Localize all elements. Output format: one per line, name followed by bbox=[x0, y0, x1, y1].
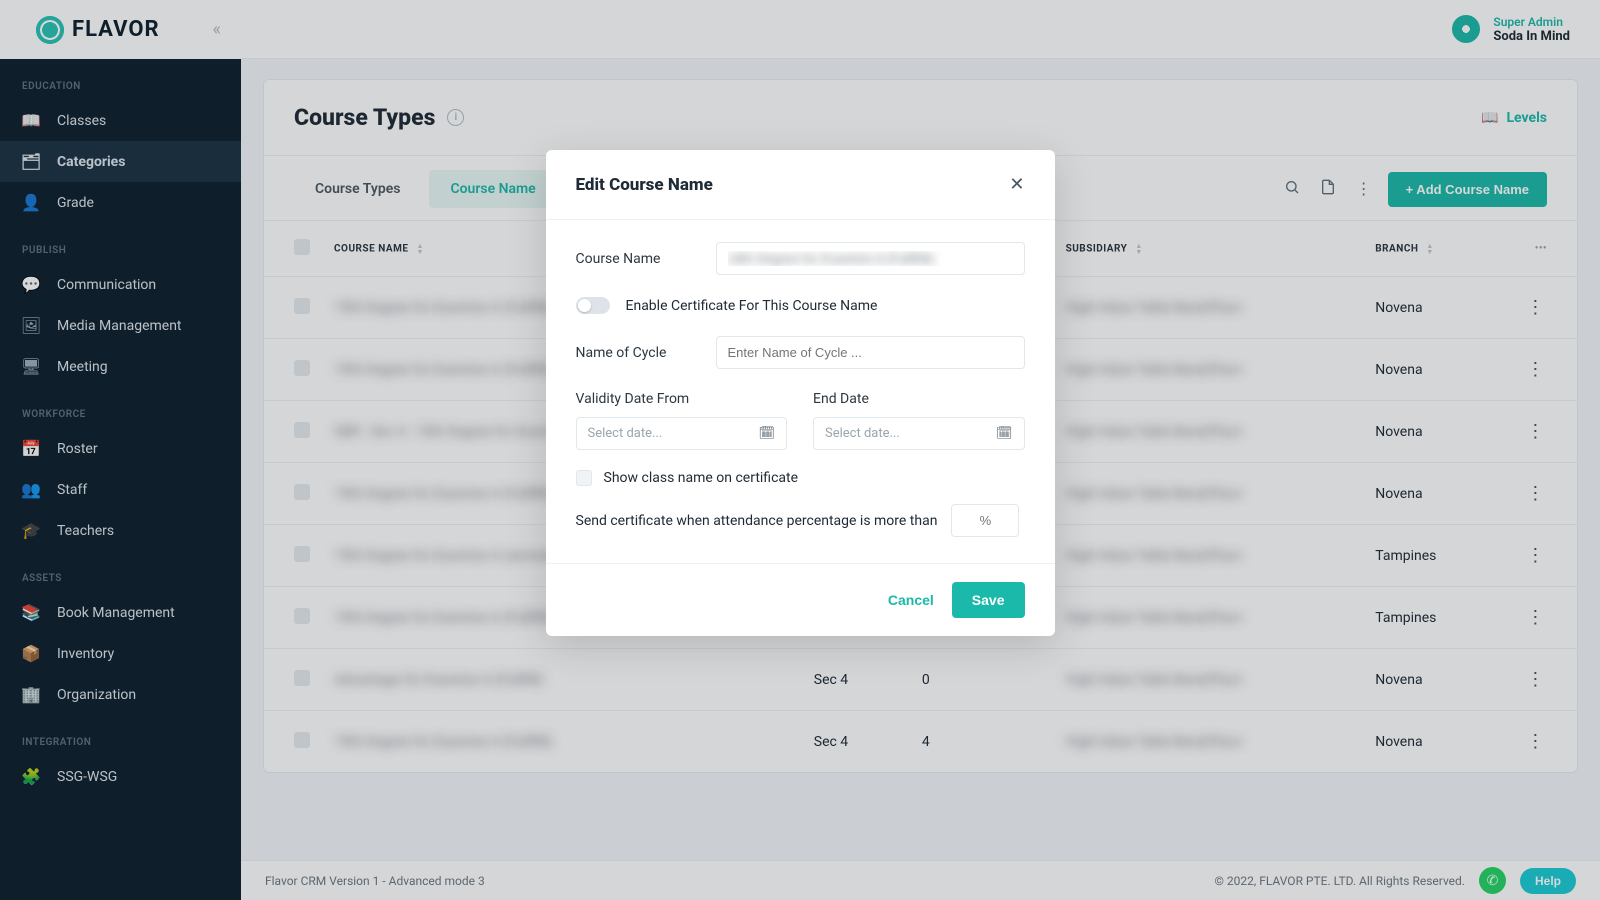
date-from-col: Validity Date From Select date... 🗓 bbox=[576, 391, 788, 450]
course-name-input[interactable] bbox=[716, 242, 1025, 275]
close-icon[interactable]: ✕ bbox=[1009, 174, 1024, 195]
show-class-name-checkbox[interactable] bbox=[576, 470, 592, 486]
calendar-icon: 🗓 bbox=[758, 426, 775, 441]
attendance-threshold-label: Send certificate when attendance percent… bbox=[576, 513, 938, 529]
show-class-name-row: Show class name on certificate bbox=[576, 470, 1025, 486]
calendar-icon: 🗓 bbox=[996, 426, 1013, 441]
cycle-row: Name of Cycle bbox=[576, 336, 1025, 369]
enable-certificate-toggle[interactable] bbox=[576, 297, 610, 314]
save-button[interactable]: Save bbox=[952, 582, 1025, 618]
edit-course-name-modal: Edit Course Name ✕ Course Name Enable Ce… bbox=[546, 150, 1055, 636]
show-class-name-label: Show class name on certificate bbox=[604, 470, 799, 486]
modal-header: Edit Course Name ✕ bbox=[546, 150, 1055, 220]
date-range-row: Validity Date From Select date... 🗓 End … bbox=[576, 391, 1025, 450]
date-from-label: Validity Date From bbox=[576, 391, 788, 407]
enable-certificate-row: Enable Certificate For This Course Name bbox=[576, 297, 1025, 314]
date-to-col: End Date Select date... 🗓 bbox=[813, 391, 1025, 450]
modal-title: Edit Course Name bbox=[576, 175, 713, 195]
course-name-label: Course Name bbox=[576, 251, 696, 267]
cycle-label: Name of Cycle bbox=[576, 345, 696, 361]
enable-certificate-label: Enable Certificate For This Course Name bbox=[626, 298, 878, 314]
attendance-threshold-input[interactable] bbox=[951, 504, 1019, 537]
date-to-placeholder: Select date... bbox=[825, 426, 900, 441]
cancel-button[interactable]: Cancel bbox=[888, 582, 934, 618]
modal-body: Course Name Enable Certificate For This … bbox=[546, 220, 1055, 563]
date-to-input[interactable]: Select date... 🗓 bbox=[813, 417, 1025, 450]
date-from-placeholder: Select date... bbox=[588, 426, 663, 441]
modal-footer: Cancel Save bbox=[546, 563, 1055, 636]
cycle-input[interactable] bbox=[716, 336, 1025, 369]
date-to-label: End Date bbox=[813, 391, 1025, 407]
course-name-row: Course Name bbox=[576, 242, 1025, 275]
attendance-threshold-row: Send certificate when attendance percent… bbox=[576, 504, 1025, 537]
modal-scrim[interactable]: Edit Course Name ✕ Course Name Enable Ce… bbox=[0, 0, 1600, 900]
date-from-input[interactable]: Select date... 🗓 bbox=[576, 417, 788, 450]
